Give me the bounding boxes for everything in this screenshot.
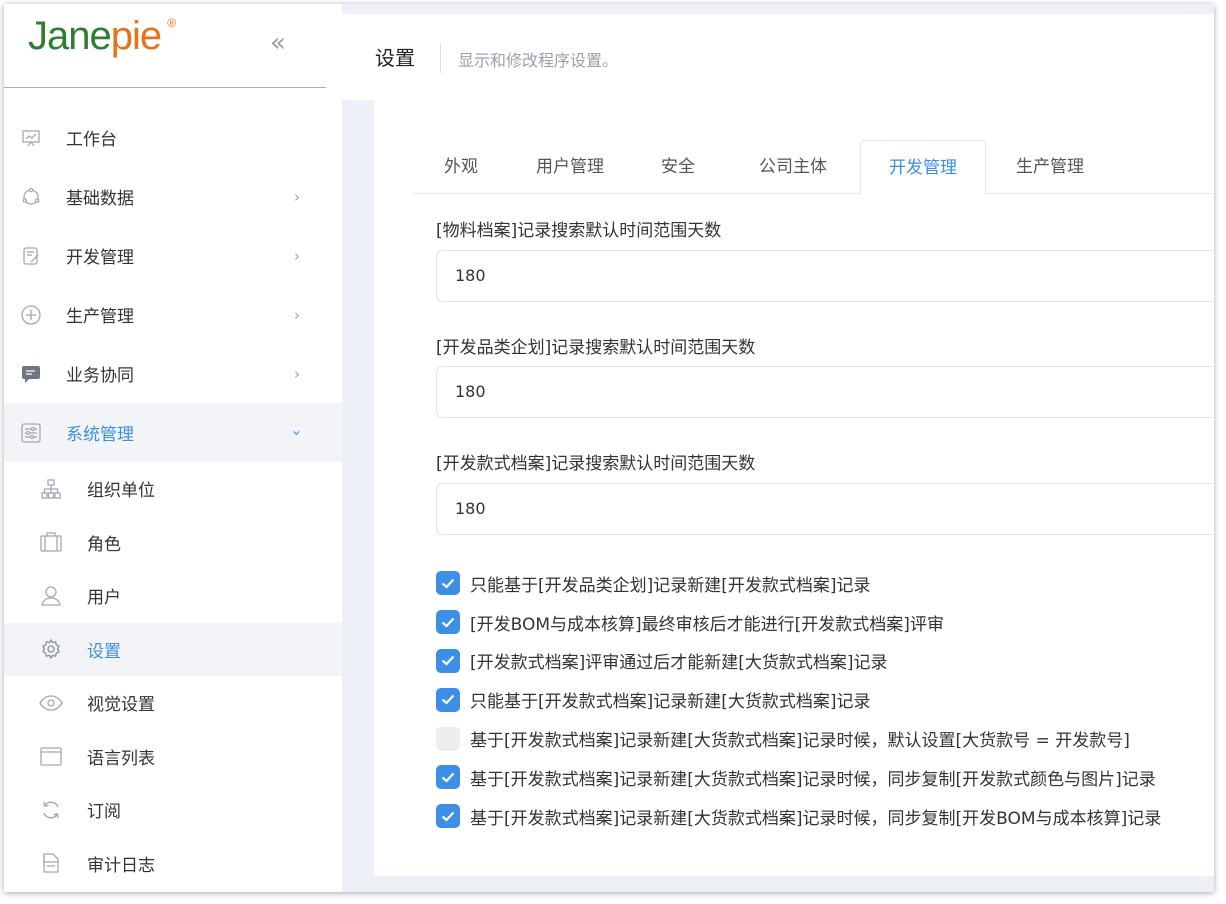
checkbox-checked[interactable]	[436, 804, 460, 829]
collapse-sidebar-icon[interactable]: «	[270, 28, 286, 58]
sidebar-subitem-label: 组织单位	[87, 481, 155, 502]
field-label-material-days: [物料档案]记录搜索默认时间范围天数	[436, 221, 722, 241]
sidebar-subitem-roles[interactable]: 角色	[4, 516, 342, 570]
field-label-category-plan-days: [开发品类企划]记录搜索默认时间范围天数	[436, 338, 756, 358]
settings-panel: 外观 用户管理 安全 公司主体 开发管理 生产管理 [物料档案]记录搜索默认时间…	[374, 100, 1214, 876]
checkbox-checked[interactable]	[436, 571, 460, 596]
checkbox-row[interactable]: 只能基于[开发品类企划]记录新建[开发款式档案]记录	[436, 564, 1161, 603]
checkbox-checked[interactable]	[436, 610, 460, 635]
checkbox-checked[interactable]	[436, 648, 460, 673]
sidebar-item-system-mgmt[interactable]: 系统管理 ›	[4, 403, 342, 462]
sidebar-subitem-visual-settings[interactable]: 视觉设置	[4, 676, 342, 730]
sidebar-menu: 工作台 基础数据 › 开发管理 › 生产管理 › 业务协同 › 系统管理 › 组…	[4, 108, 342, 890]
chevron-right-icon: ›	[294, 305, 300, 324]
checkbox-row[interactable]: 基于[开发款式档案]记录新建[大货款式档案]记录时候，同步复制[开发BOM与成本…	[436, 797, 1161, 836]
sidebar-subitem-language-list[interactable]: 语言列表	[4, 730, 342, 784]
sidebar-item-label: 系统管理	[66, 425, 134, 445]
sidebar-item-label: 开发管理	[66, 248, 134, 268]
app-window: Janepie ® « 工作台 基础数据 › 开发管理 › 生产管理 › 业务协…	[4, 4, 1214, 892]
sidebar-item-business-collab[interactable]: 业务协同 ›	[4, 344, 342, 403]
tab-company-entity[interactable]: 公司主体	[754, 140, 832, 194]
sidebar-subitem-label: 语言列表	[87, 748, 155, 769]
registered-mark: ®	[167, 16, 176, 30]
eye-icon	[39, 691, 63, 715]
page-description: 显示和修改程序设置。	[458, 51, 619, 70]
plus-circle-icon	[20, 304, 42, 326]
refresh-icon	[39, 798, 63, 822]
brand-name-part1: Jane	[28, 14, 112, 58]
chevron-right-icon: ›	[294, 187, 300, 206]
settings-tabs: 外观 用户管理 安全 公司主体 开发管理 生产管理	[414, 140, 1214, 195]
checkbox-label: 只能基于[开发品类企划]记录新建[开发款式档案]记录	[470, 575, 871, 596]
sidebar-item-base-data[interactable]: 基础数据 ›	[4, 167, 342, 226]
sidebar-subitem-users[interactable]: 用户	[4, 569, 342, 623]
sidebar-item-label: 基础数据	[66, 189, 134, 209]
sidebar-subitem-org-units[interactable]: 组织单位	[4, 462, 342, 516]
sidebar-subitem-label: 用户	[87, 588, 121, 609]
sidebar-item-label: 工作台	[66, 130, 117, 150]
style-days-input[interactable]: 180	[436, 483, 1214, 535]
field-label-style-days: [开发款式档案]记录搜索默认时间范围天数	[436, 454, 756, 474]
chevron-right-icon: ›	[294, 364, 300, 383]
sidebar-subitem-label: 设置	[87, 641, 121, 662]
brand-name-part2: pie	[110, 14, 162, 58]
checkbox-label: [开发款式档案]评审通过后才能新建[大货款式档案]记录	[470, 653, 888, 674]
checkbox-label: 基于[开发款式档案]记录新建[大货款式档案]记录时候，同步复制[开发BOM与成本…	[470, 808, 1162, 829]
chevron-right-icon: ›	[294, 246, 300, 265]
page-title: 设置	[375, 46, 415, 70]
checkbox-unchecked[interactable]	[436, 726, 460, 751]
tab-appearance[interactable]: 外观	[436, 140, 486, 194]
checkbox-checked[interactable]	[436, 687, 460, 712]
material-days-input[interactable]: 180	[436, 250, 1214, 302]
sidebar-subitem-label: 视觉设置	[87, 695, 155, 716]
edit-list-icon	[20, 245, 42, 267]
sidebar-subitem-audit-log[interactable]: 审计日志	[4, 837, 342, 891]
settings-panel-icon	[20, 422, 42, 444]
chart-board-icon	[20, 127, 42, 149]
checkbox-label: 基于[开发款式档案]记录新建[大货款式档案]记录时候，默认设置[大货款号 = 开…	[470, 731, 1130, 752]
sidebar-subitem-subscription[interactable]: 订阅	[4, 783, 342, 837]
chevron-down-icon: ›	[288, 429, 306, 436]
gear-icon	[39, 637, 63, 661]
document-icon	[39, 851, 63, 875]
tab-user-mgmt[interactable]: 用户管理	[532, 140, 608, 194]
sidebar: Janepie ® « 工作台 基础数据 › 开发管理 › 生产管理 › 业务协…	[4, 4, 342, 892]
checkbox-row[interactable]: 基于[开发款式档案]记录新建[大货款式档案]记录时候，同步复制[开发款式颜色与图…	[436, 758, 1161, 797]
sidebar-item-dev-mgmt[interactable]: 开发管理 ›	[4, 226, 342, 285]
page-header: 设置 显示和修改程序设置。	[342, 14, 1214, 100]
checkbox-group: 只能基于[开发品类企划]记录新建[开发款式档案]记录 [开发BOM与成本核算]最…	[436, 564, 1161, 836]
checkbox-row[interactable]: [开发款式档案]评审通过后才能新建[大货款式档案]记录	[436, 642, 1161, 681]
tab-security[interactable]: 安全	[657, 140, 699, 194]
chat-icon	[20, 363, 42, 385]
briefcase-icon	[39, 530, 63, 554]
checkbox-label: 只能基于[开发款式档案]记录新建[大货款式档案]记录	[470, 692, 871, 713]
checkbox-row[interactable]: 基于[开发款式档案]记录新建[大货款式档案]记录时候，默认设置[大货款号 = 开…	[436, 719, 1161, 758]
sidebar-subitem-label: 审计日志	[87, 855, 155, 876]
sidebar-item-production-mgmt[interactable]: 生产管理 ›	[4, 285, 342, 344]
header-divider	[440, 43, 441, 73]
checkbox-checked[interactable]	[436, 765, 460, 790]
sidebar-item-workbench[interactable]: 工作台	[4, 108, 342, 167]
brand-logo: Janepie ®	[28, 14, 176, 59]
user-icon	[39, 584, 63, 608]
org-tree-icon	[39, 477, 63, 501]
cycle-icon	[20, 186, 42, 208]
category-plan-days-input[interactable]: 180	[436, 366, 1214, 418]
sidebar-item-label: 业务协同	[66, 366, 134, 386]
sidebar-subitem-label: 角色	[87, 534, 121, 555]
sidebar-subitem-settings[interactable]: 设置	[4, 622, 342, 676]
checkbox-label: 基于[开发款式档案]记录新建[大货款式档案]记录时候，同步复制[开发款式颜色与图…	[470, 769, 1156, 790]
window-icon	[39, 744, 63, 768]
checkbox-row[interactable]: 只能基于[开发款式档案]记录新建[大货款式档案]记录	[436, 680, 1161, 719]
checkbox-row[interactable]: [开发BOM与成本核算]最终审核后才能进行[开发款式档案]评审	[436, 603, 1161, 642]
checkbox-label: [开发BOM与成本核算]最终审核后才能进行[开发款式档案]评审	[470, 614, 944, 635]
logo-area: Janepie ® «	[4, 4, 326, 88]
tab-production-mgmt[interactable]: 生产管理	[1012, 140, 1088, 194]
sidebar-subitem-label: 订阅	[87, 802, 121, 823]
tab-dev-mgmt[interactable]: 开发管理	[860, 140, 986, 195]
sidebar-item-label: 生产管理	[66, 307, 134, 327]
